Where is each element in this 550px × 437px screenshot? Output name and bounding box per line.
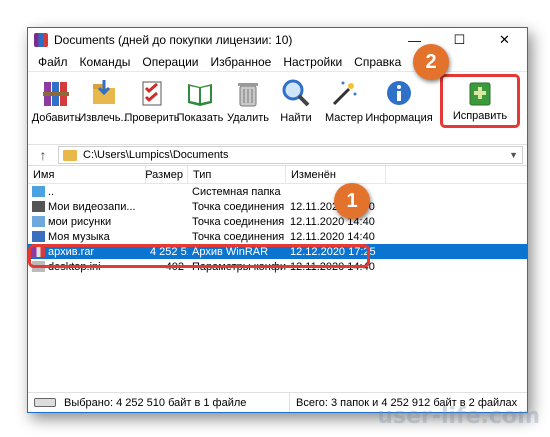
extract-icon [87,76,121,110]
magic-wand-icon [327,76,361,110]
file-name: Мои видеозапи... [48,200,136,213]
test-label: Проверить [124,112,180,124]
list-item[interactable]: Мои видеозапи... Точка соединения 12.11.… [28,199,527,214]
col-name[interactable]: Имя [28,166,146,183]
repair-label: Исправить [452,110,508,122]
info-icon [382,76,416,110]
add-label: Добавить [31,112,81,124]
add-button[interactable]: Добавить [32,76,80,124]
screenshot-stage: Documents (дней до покупки лицензии: 10)… [0,0,550,437]
extract-label: Извлечь... [78,112,130,124]
list-item[interactable]: .. Системная папка [28,184,527,199]
repair-button[interactable]: Исправить [440,74,520,128]
file-list: .. Системная папка Мои видеозапи... Точк… [28,184,527,412]
find-label: Найти [280,112,312,124]
up-folder-button[interactable]: ↑ [28,147,58,163]
list-item[interactable]: Моя музыка Точка соединения 12.11.2020 1… [28,229,527,244]
file-type: Точка соединения [192,215,285,228]
status-selected-text: Выбрано: 4 252 510 байт в 1 файле [64,396,247,409]
find-button[interactable]: Найти [272,76,320,124]
close-button[interactable]: ✕ [482,28,527,52]
step-badge-2: 2 [413,44,449,80]
path-text: C:\Users\Lumpics\Documents [83,149,229,161]
file-type: Системная папка [192,185,281,198]
path-field[interactable]: C:\Users\Lumpics\Documents ▼ [58,146,523,164]
file-modified: 12.11.2020 14:40 [290,230,375,243]
column-header: Имя Размер Тип Изменён [28,166,527,184]
repair-kit-icon [465,80,495,108]
file-type: Точка соединения [192,230,285,243]
winrar-app-icon [34,33,48,47]
add-archive-icon [39,76,73,110]
video-folder-icon [32,201,45,213]
file-name: .. [48,185,55,198]
menu-help[interactable]: Справка [348,55,407,69]
window-title: Documents (дней до покупки лицензии: 10) [54,33,293,47]
menu-bar: Файл Команды Операции Избранное Настройк… [28,52,527,72]
col-type[interactable]: Тип [188,166,286,183]
highlight-frame-row [28,244,370,268]
drive-icon [34,398,56,407]
folder-icon [63,149,77,161]
music-folder-icon [32,231,45,243]
menu-file[interactable]: Файл [32,55,74,69]
extract-button[interactable]: Извлечь... [78,76,130,124]
parent-folder-icon [32,186,45,198]
watermark: user-life.com [377,404,540,429]
info-button[interactable]: Информация [365,76,433,124]
delete-label: Удалить [227,112,269,124]
view-button[interactable]: Показать [176,76,224,124]
list-item[interactable]: мои рисунки Точка соединения 12.11.2020 … [28,214,527,229]
delete-button[interactable]: Удалить [224,76,272,124]
path-dropdown-icon[interactable]: ▼ [505,150,522,160]
menu-commands[interactable]: Команды [74,55,137,69]
view-book-icon [183,76,217,110]
menu-settings[interactable]: Настройки [277,55,348,69]
menu-operations[interactable]: Операции [136,55,204,69]
trash-icon [231,76,265,110]
wizard-button[interactable]: Мастер [320,76,368,124]
file-name: мои рисунки [48,215,112,228]
file-modified: 12.11.2020 14:40 [290,215,375,228]
view-label: Показать [176,112,224,124]
address-bar: ↑ C:\Users\Lumpics\Documents ▼ [28,144,527,166]
col-modified[interactable]: Изменён [286,166,386,183]
menu-favorites[interactable]: Избранное [205,55,278,69]
title-bar: Documents (дней до покупки лицензии: 10)… [28,28,527,52]
step-badge-1: 1 [334,183,370,219]
pictures-folder-icon [32,216,45,228]
wizard-label: Мастер [324,112,364,124]
file-name: Моя музыка [48,230,110,243]
magnifier-icon [279,76,313,110]
toolbar: Добавить Извлечь... Проверить Показать У… [28,72,527,144]
col-size[interactable]: Размер [145,166,188,183]
file-type: Точка соединения [192,200,285,213]
test-button[interactable]: Проверить [125,76,180,124]
status-selection: Выбрано: 4 252 510 байт в 1 файле [28,393,290,412]
test-checklist-icon [135,76,169,110]
winrar-window: Documents (дней до покупки лицензии: 10)… [27,27,528,413]
info-label: Информация [365,112,433,124]
